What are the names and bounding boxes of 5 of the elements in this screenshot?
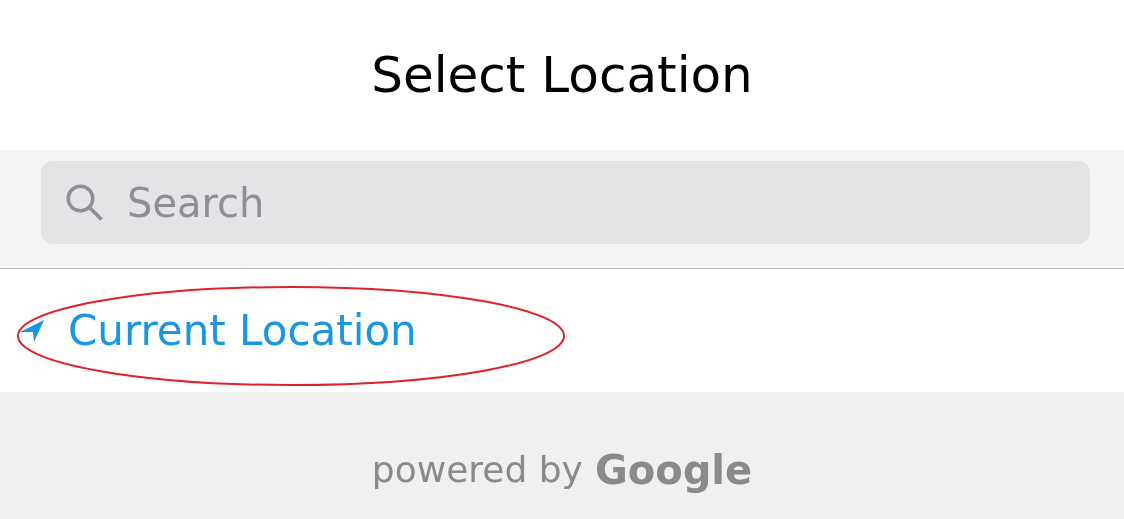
brand-logo: Google (594, 445, 753, 495)
location-arrow-icon (20, 319, 46, 342)
powered-by-text: powered by (371, 447, 583, 492)
screen-title: Select Location (371, 44, 753, 106)
search-field[interactable]: Search (41, 161, 1090, 244)
